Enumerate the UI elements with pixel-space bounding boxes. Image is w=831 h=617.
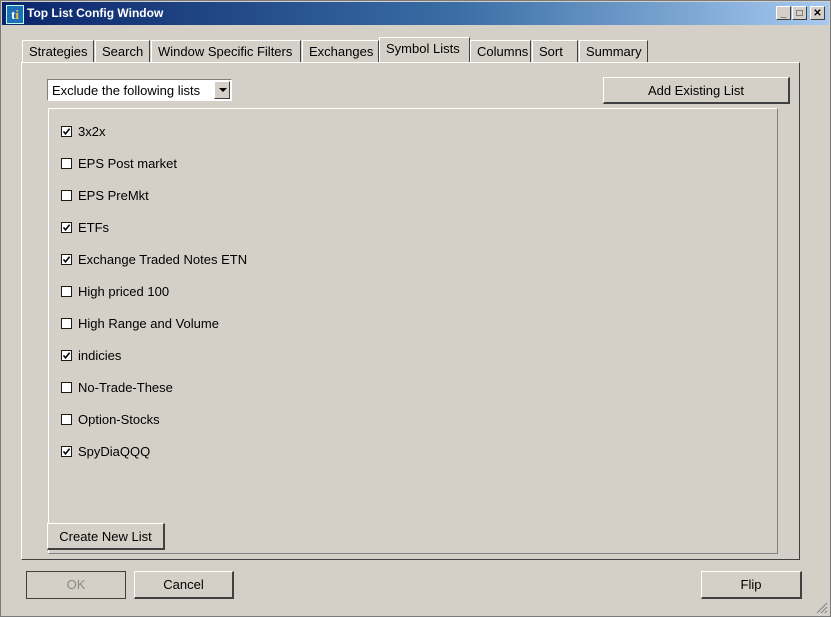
tab-exchanges[interactable]: Exchanges: [302, 40, 379, 62]
ok-button[interactable]: OK: [26, 571, 126, 599]
checkmark-icon: [62, 224, 71, 232]
app-logo-icon: ti: [6, 5, 24, 24]
tab-strategies[interactable]: Strategies: [22, 40, 94, 62]
symbol-lists-panel: Exclude the following lists Add Existing…: [21, 62, 800, 560]
checkbox[interactable]: [61, 254, 72, 265]
checkbox[interactable]: [61, 190, 72, 201]
symbol-list-box: 3x2x EPS Post market EPS PreMkt ETFs Exc…: [48, 108, 778, 554]
tab-window-specific-filters[interactable]: Window Specific Filters: [151, 40, 301, 62]
checkbox[interactable]: [61, 286, 72, 297]
checkbox[interactable]: [61, 158, 72, 169]
flip-button[interactable]: Flip: [701, 571, 802, 599]
resize-grip-icon[interactable]: [816, 602, 828, 614]
create-new-list-button[interactable]: Create New List: [47, 523, 165, 550]
checkbox[interactable]: [61, 350, 72, 361]
cancel-button[interactable]: Cancel: [134, 571, 234, 599]
checkmark-icon: [62, 128, 71, 136]
maximize-button[interactable]: □: [792, 6, 807, 20]
checkbox[interactable]: [61, 414, 72, 425]
window-title: Top List Config Window: [27, 6, 164, 20]
list-mode-value: Exclude the following lists: [52, 83, 201, 98]
close-button[interactable]: ✕: [810, 6, 825, 20]
checkmark-icon: [62, 352, 71, 360]
tab-summary[interactable]: Summary: [579, 40, 648, 62]
checkbox[interactable]: [61, 126, 72, 137]
tab-sort[interactable]: Sort: [532, 40, 578, 62]
tab-search[interactable]: Search: [95, 40, 150, 62]
checkbox[interactable]: [61, 222, 72, 233]
add-existing-list-button[interactable]: Add Existing List: [603, 77, 790, 104]
tab-columns[interactable]: Columns: [470, 40, 531, 62]
checkbox[interactable]: [61, 446, 72, 457]
title-bar[interactable]: ti Top List Config Window _ □ ✕: [2, 2, 829, 25]
tab-symbol-lists[interactable]: Symbol Lists: [379, 37, 470, 62]
chevron-down-icon[interactable]: [214, 81, 230, 99]
checkbox[interactable]: [61, 382, 72, 393]
checkbox[interactable]: [61, 318, 72, 329]
checkmark-icon: [62, 256, 71, 264]
minimize-button[interactable]: _: [776, 6, 791, 20]
list-mode-select[interactable]: Exclude the following lists: [47, 79, 232, 101]
checkmark-icon: [62, 448, 71, 456]
config-window: ti Top List Config Window _ □ ✕ Strategi…: [0, 0, 831, 617]
